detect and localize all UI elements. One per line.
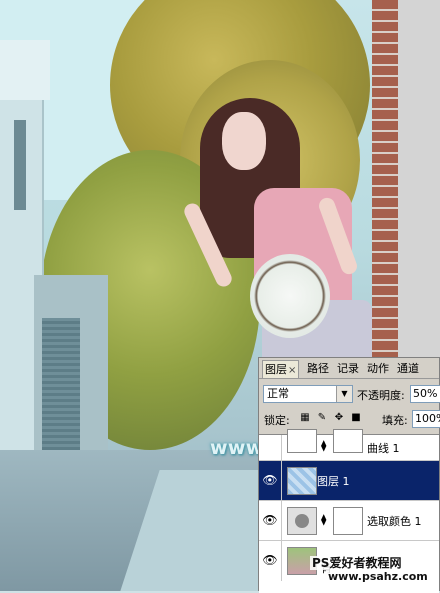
layer-row[interactable]: ⧫ 曲线 1 xyxy=(259,429,439,461)
close-icon[interactable]: × xyxy=(288,365,296,376)
adjustment-thumbnail xyxy=(287,507,317,535)
eye-icon[interactable]: 👁 xyxy=(259,541,282,581)
lock-row: 锁定: ▦ ✎ ✥ ■ 填充: 100% xyxy=(259,408,440,430)
layer-name: 图层 1 xyxy=(317,475,350,488)
link-icon: ⧫ xyxy=(321,513,327,526)
panel-tabs: 图层× 路径 记录 动作 通道 xyxy=(259,358,439,379)
layer-name: 曲线 1 xyxy=(367,442,400,455)
building-window xyxy=(14,120,26,210)
blend-mode-select[interactable]: 正常 ▼ xyxy=(263,385,353,403)
brush-icon[interactable]: ✎ xyxy=(316,412,328,424)
rolling-shutter xyxy=(42,318,80,456)
watermark-psahz-url: www.psahz.com xyxy=(326,570,430,584)
person-face xyxy=(222,112,266,170)
layer-row-selected[interactable]: 👁 图层 1 xyxy=(259,461,439,501)
fill-field[interactable]: 100% xyxy=(412,410,440,428)
watermark-psahz-title: PS爱好者教程网 xyxy=(310,556,404,570)
eye-icon-empty[interactable] xyxy=(259,435,282,460)
eye-icon[interactable]: 👁 xyxy=(259,501,282,540)
layer-thumbnail xyxy=(287,467,317,495)
opacity-field[interactable]: 50% xyxy=(410,385,440,403)
tab-history[interactable]: 记录 xyxy=(337,360,359,377)
tab-actions[interactable]: 动作 xyxy=(367,360,389,377)
fill-label: 填充: xyxy=(382,414,408,427)
grey-wall xyxy=(398,0,440,360)
opacity-label: 不透明度: xyxy=(357,389,405,402)
layer-name: 选取颜色 1 xyxy=(367,515,422,528)
mask-thumbnail xyxy=(333,507,363,535)
mask-thumbnail xyxy=(333,429,363,453)
eye-icon[interactable]: 👁 xyxy=(259,461,282,500)
brick-wall xyxy=(372,0,398,380)
tab-paths[interactable]: 路径 xyxy=(307,360,329,377)
building-roof xyxy=(0,40,50,100)
lock-label: 锁定: xyxy=(264,414,290,427)
link-icon: ⧫ xyxy=(321,439,327,452)
lock-icon[interactable]: ■ xyxy=(350,412,362,424)
move-icon[interactable]: ✥ xyxy=(333,412,345,424)
layer-row[interactable]: 👁 ⧫ 选取颜色 1 xyxy=(259,501,439,541)
straw-hat xyxy=(250,254,330,338)
tab-channels[interactable]: 通道 xyxy=(397,360,419,377)
selective-color-icon xyxy=(295,514,309,528)
tab-label: 图层 xyxy=(265,363,287,376)
checker-icon[interactable]: ▦ xyxy=(299,412,311,424)
adjustment-thumbnail xyxy=(287,429,317,453)
tab-layers[interactable]: 图层× xyxy=(262,360,300,378)
chevron-down-icon[interactable]: ▼ xyxy=(336,386,352,402)
blend-mode-value: 正常 xyxy=(267,387,289,400)
